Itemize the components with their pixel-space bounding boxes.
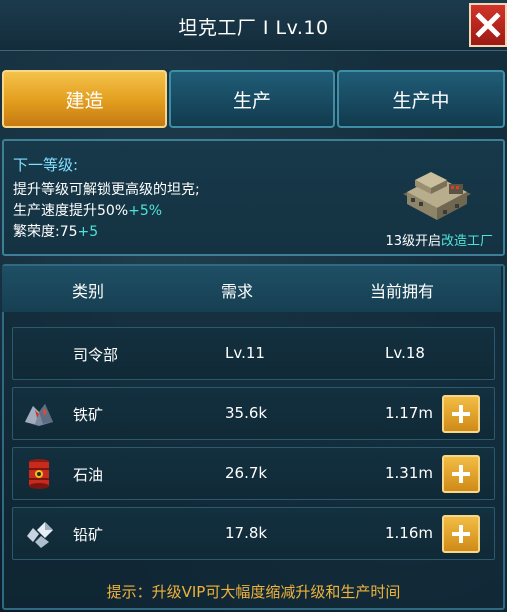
unlock-note: 13级开启改造工厂 bbox=[385, 230, 493, 249]
speed-bonus: +5% bbox=[128, 203, 163, 219]
tab-producing[interactable]: 生产中 bbox=[337, 70, 505, 128]
next-level-line-3: 繁荣度:75+5 bbox=[13, 221, 98, 241]
plus-icon bbox=[452, 405, 470, 423]
requirement-name: 司令部 bbox=[73, 346, 119, 364]
next-level-info: 下一等级: 提升等级可解锁更高级的坦克; 生产速度提升50%+5% 繁荣度:75… bbox=[2, 139, 505, 256]
oil-barrel-icon bbox=[29, 459, 49, 489]
lead-ore-icon bbox=[27, 522, 53, 548]
next-level-heading: 下一等级: bbox=[13, 156, 79, 174]
table-row: 石油 26.7k 1.31m bbox=[12, 447, 495, 500]
requirement-name: 石油 bbox=[73, 466, 104, 484]
requirement-required: Lv.11 bbox=[225, 344, 265, 362]
requirement-required: 17.8k bbox=[225, 524, 268, 542]
requirement-required: 35.6k bbox=[225, 404, 268, 422]
tab-produce-label: 生产 bbox=[232, 89, 271, 112]
tab-producing-label: 生产中 bbox=[392, 89, 450, 112]
requirement-owned: Lv.18 bbox=[385, 344, 425, 362]
upgrade-factory-link[interactable]: 改造工厂 bbox=[441, 234, 493, 249]
close-button[interactable] bbox=[469, 3, 507, 47]
vip-hint: 提示：升级VIP可大幅度缩减升级和生产时间 bbox=[106, 583, 401, 601]
add-oil-button[interactable] bbox=[442, 455, 480, 493]
requirement-owned: 1.31m bbox=[385, 464, 434, 482]
prosperity-bonus: +5 bbox=[77, 224, 99, 240]
tab-build-label: 建造 bbox=[65, 89, 104, 112]
table-row: 铅矿 17.8k 1.16m bbox=[12, 507, 495, 560]
add-iron-button[interactable] bbox=[442, 395, 480, 433]
iron-ore-icon bbox=[25, 404, 53, 426]
requirement-name: 铁矿 bbox=[73, 406, 104, 424]
plus-icon bbox=[452, 525, 470, 543]
unlock-text: 13级开启 bbox=[385, 234, 441, 249]
speed-text: 生产速度提升50% bbox=[13, 203, 129, 219]
column-header-category: 类别 bbox=[71, 282, 104, 301]
title-bar: 坦克工厂 I Lv.10 bbox=[0, 0, 507, 51]
close-icon bbox=[475, 12, 501, 38]
add-lead-button[interactable] bbox=[442, 515, 480, 553]
requirement-owned: 1.17m bbox=[385, 404, 434, 422]
next-level-line-2: 生产速度提升50%+5% bbox=[13, 200, 162, 220]
prosperity-text: 繁荣度:75 bbox=[13, 224, 78, 240]
plus-icon bbox=[452, 465, 470, 483]
requirement-owned: 1.16m bbox=[385, 524, 434, 542]
column-header-owned: 当前拥有 bbox=[369, 282, 434, 301]
next-level-line-1: 提升等级可解锁更高级的坦克; bbox=[13, 182, 200, 198]
page-title: 坦克工厂 I Lv.10 bbox=[178, 17, 329, 39]
table-row: 司令部 Lv.11 Lv.18 bbox=[12, 327, 495, 380]
requirement-required: 26.7k bbox=[225, 464, 268, 482]
table-row: 铁矿 35.6k 1.17m bbox=[12, 387, 495, 440]
tab-produce[interactable]: 生产 bbox=[169, 70, 335, 128]
tab-build[interactable]: 建造 bbox=[2, 70, 167, 128]
column-header-required: 需求 bbox=[220, 282, 253, 301]
tank-factory-icon bbox=[403, 172, 471, 220]
requirement-name: 铅矿 bbox=[73, 526, 104, 544]
